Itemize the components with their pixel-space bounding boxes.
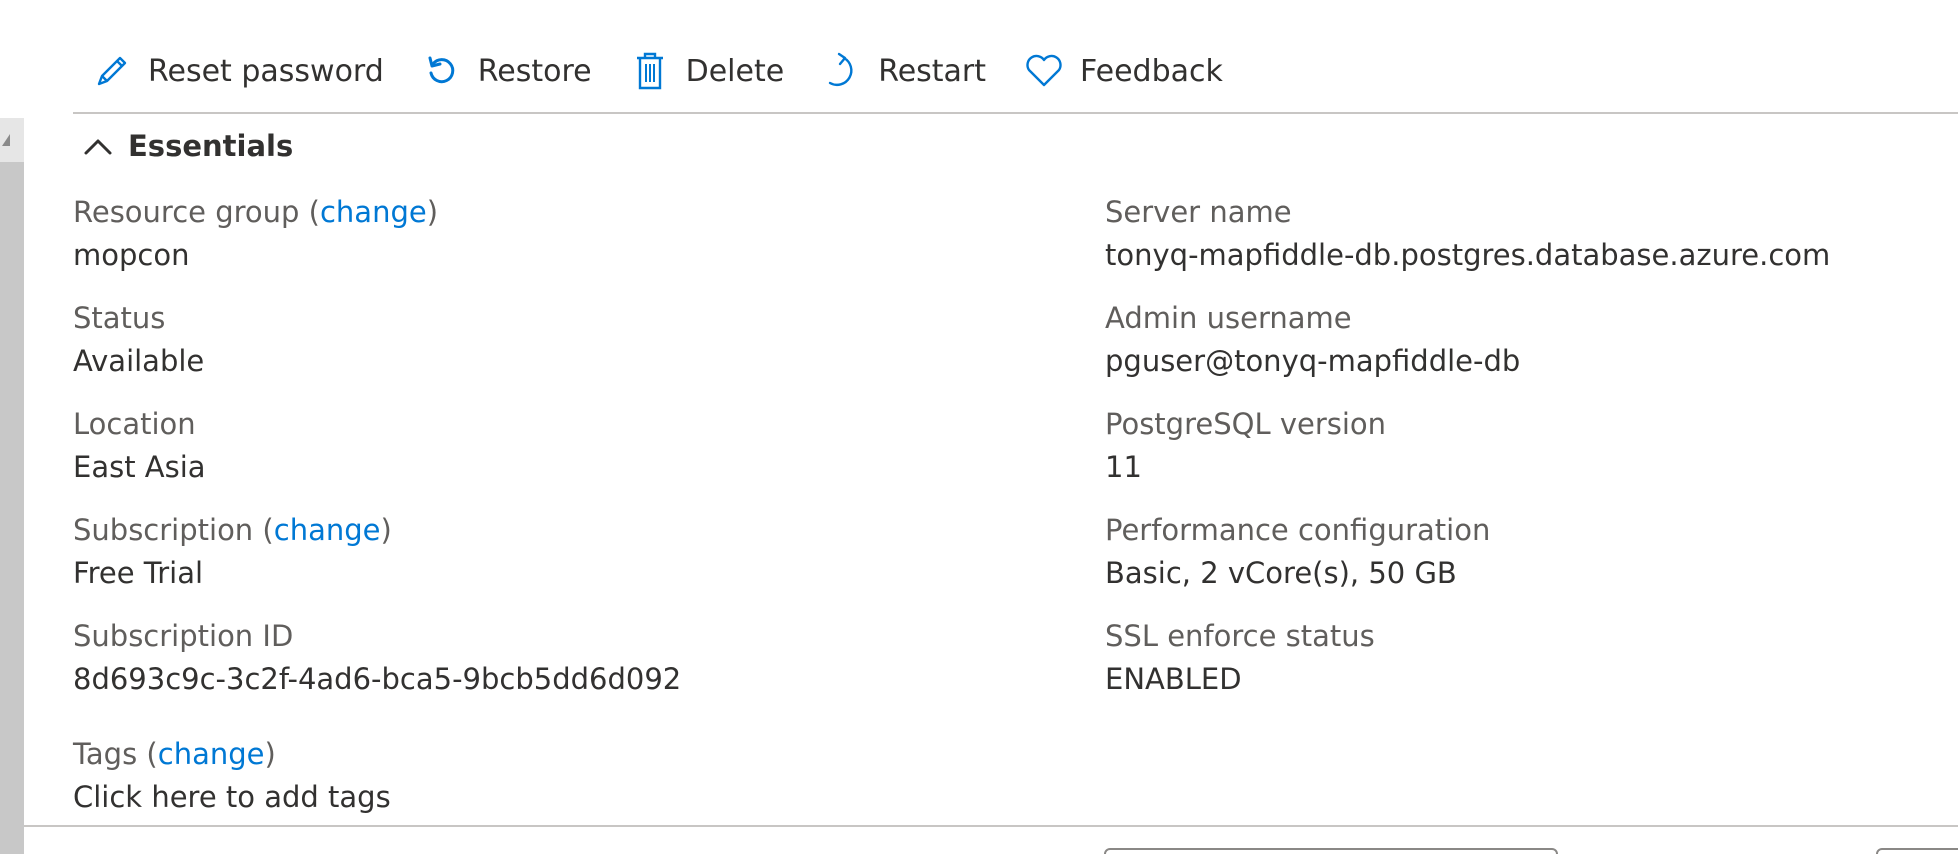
reset-password-label: Reset password: [148, 53, 384, 89]
feedback-button[interactable]: Feedback: [1020, 38, 1237, 104]
server-name-field: Server name tonyq-mapfiddle-db.postgres.…: [1105, 190, 1945, 296]
essentials-bottom-divider: [24, 825, 1958, 827]
resource-group-field: Resource group (change) mopcon: [73, 190, 973, 296]
subscription-change-link[interactable]: change: [274, 513, 381, 547]
admin-username-field: Admin username pguser@tonyq-mapfiddle-db: [1105, 296, 1945, 402]
close-paren: ): [264, 737, 276, 771]
ssl-enforce-status-link[interactable]: ENABLED: [1105, 658, 1945, 700]
subscription-value-link[interactable]: Free Trial: [73, 552, 973, 594]
close-paren: ): [426, 195, 439, 229]
restart-button[interactable]: Restart: [818, 38, 1000, 104]
restart-icon: [822, 51, 862, 91]
restore-label: Restore: [477, 53, 592, 89]
admin-username-value: pguser@tonyq-mapfiddle-db: [1105, 344, 1521, 378]
performance-configuration-field: Performance configuration Basic, 2 vCore…: [1105, 508, 1945, 614]
feedback-label: Feedback: [1080, 53, 1223, 89]
subscription-id-field: Subscription ID 8d693c9c-3c2f-4ad6-bca5-…: [73, 614, 973, 720]
resource-group-value-link[interactable]: mopcon: [73, 234, 973, 276]
postgresql-version-value: 11: [1105, 450, 1142, 484]
server-name-label: Server name: [1105, 195, 1292, 229]
tags-label-row: Tags (change): [73, 732, 973, 776]
essentials-toggle[interactable]: Essentials: [82, 124, 293, 168]
trash-icon: [630, 51, 670, 91]
postgresql-version-label: PostgreSQL version: [1105, 407, 1387, 441]
status-field: Status Available: [73, 296, 973, 402]
admin-username-label: Admin username: [1105, 301, 1352, 335]
pencil-icon: [92, 51, 132, 91]
open-paren: (: [308, 195, 320, 229]
resource-group-label-row: Resource group (change): [73, 190, 973, 234]
add-tags-link[interactable]: Click here to add tags: [73, 776, 973, 818]
reset-password-button[interactable]: Reset password: [88, 38, 398, 104]
ssl-enforce-status-field: SSL enforce status ENABLED: [1105, 614, 1945, 720]
subscription-field: Subscription (change) Free Trial: [73, 508, 973, 614]
ssl-enforce-status-label: SSL enforce status: [1105, 619, 1375, 653]
delete-label: Delete: [685, 53, 785, 89]
command-bar: Reset password Restore Delete Restart Fe…: [88, 38, 1257, 104]
postgresql-version-field: PostgreSQL version 11: [1105, 402, 1945, 508]
essentials-page: Reset password Restore Delete Restart Fe…: [0, 0, 1958, 854]
performance-configuration-label: Performance configuration: [1105, 513, 1491, 547]
heart-icon: [1024, 51, 1064, 91]
resource-group-label: Resource group: [73, 195, 300, 229]
essentials-title: Essentials: [128, 129, 294, 163]
essentials-left-column: Resource group (change) mopcon Status Av…: [73, 190, 973, 838]
tags-field: Tags (change) Click here to add tags: [73, 732, 973, 838]
restore-button[interactable]: Restore: [418, 38, 606, 104]
tags-label: Tags: [73, 737, 138, 771]
server-name-value: tonyq-mapfiddle-db.postgres.database.azu…: [1105, 238, 1831, 272]
bottom-control-partial[interactable]: [1104, 848, 1558, 854]
close-paren: ): [380, 513, 392, 547]
essentials-right-column: Server name tonyq-mapfiddle-db.postgres.…: [1105, 190, 1945, 720]
open-paren: (: [146, 737, 158, 771]
subscription-id-value: 8d693c9c-3c2f-4ad6-bca5-9bcb5dd6d092: [73, 662, 682, 696]
scrollbar-up-arrow[interactable]: [0, 118, 24, 162]
subscription-label-row: Subscription (change): [73, 508, 973, 552]
toolbar-divider: [73, 112, 1958, 114]
location-label: Location: [73, 407, 196, 441]
subscription-label: Subscription: [73, 513, 254, 547]
status-label: Status: [73, 301, 166, 335]
bottom-control-partial-right[interactable]: [1876, 848, 1958, 854]
scrollbar-track[interactable]: [0, 118, 24, 854]
open-paren: (: [262, 513, 274, 547]
status-value: Available: [73, 344, 205, 378]
location-field: Location East Asia: [73, 402, 973, 508]
restart-label: Restart: [878, 53, 987, 89]
performance-configuration-value: Basic, 2 vCore(s), 50 GB: [1105, 556, 1457, 590]
chevron-up-icon: [82, 130, 114, 162]
resource-group-change-link[interactable]: change: [320, 195, 427, 229]
location-value: East Asia: [73, 450, 206, 484]
restore-icon: [422, 51, 462, 91]
subscription-id-label: Subscription ID: [73, 619, 294, 653]
delete-button[interactable]: Delete: [626, 38, 799, 104]
tags-change-link[interactable]: change: [158, 737, 265, 771]
